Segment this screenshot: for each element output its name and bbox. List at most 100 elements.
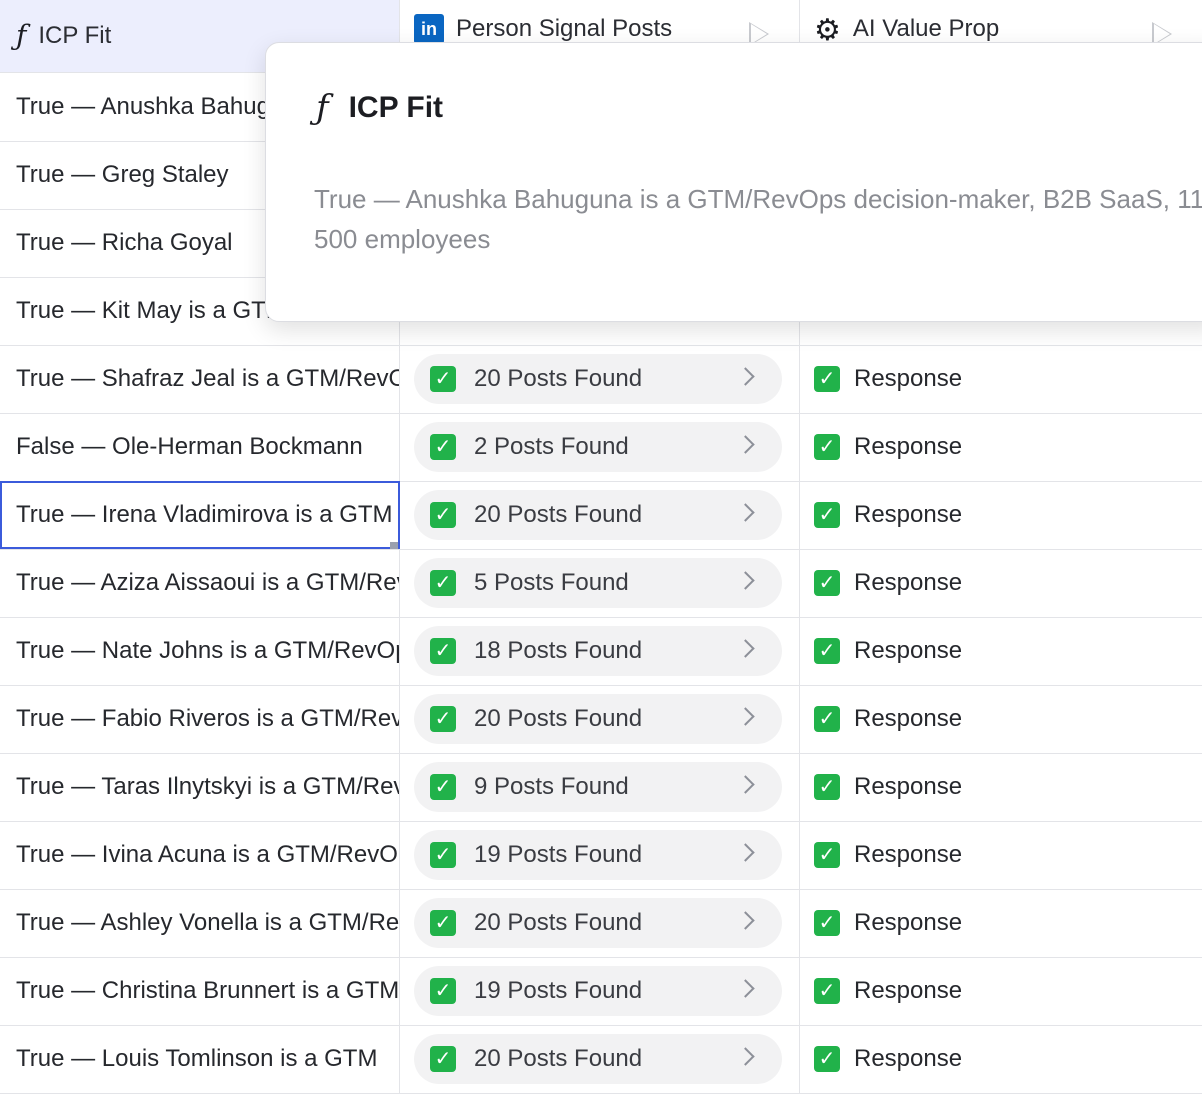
icp-fit-value: True — Christina Brunnert is a GTM: [16, 977, 400, 1004]
check-icon: ✓: [430, 910, 456, 936]
icp-fit-value: True — Taras Ilnytskyi is a GTM/RevOps: [16, 773, 399, 800]
icp-fit-cell[interactable]: True — Louis Tomlinson is a GTM: [0, 1025, 400, 1093]
check-icon: ✓: [430, 638, 456, 664]
check-icon: ✓: [430, 434, 456, 460]
icp-fit-cell[interactable]: True — Nate Johns is a GTM/RevOps: [0, 617, 400, 685]
icp-fit-cell[interactable]: True — Christina Brunnert is a GTM: [0, 957, 400, 1025]
fill-handle[interactable]: [390, 542, 398, 549]
popover-title: ICP Fit: [348, 91, 444, 124]
response-label: Response: [854, 637, 963, 664]
ai-value-prop-cell[interactable]: ✓ Response: [800, 1025, 1202, 1093]
posts-found-pill[interactable]: ✓ 5 Posts Found: [414, 558, 782, 608]
ai-value-prop-cell[interactable]: ✓ Response: [800, 549, 1202, 617]
chevron-right-icon[interactable]: [736, 775, 755, 794]
posts-found-pill[interactable]: ✓ 20 Posts Found: [414, 694, 782, 744]
column-header-label: Person Signal Posts: [456, 15, 673, 42]
table-row: True — Louis Tomlinson is a GTM ✓ 20 Posts…: [0, 1025, 1202, 1094]
table-row: True — Taras Ilnytskyi is a GTM/RevOps ✓ 9…: [0, 753, 1202, 822]
person-signal-posts-cell[interactable]: ✓ 19 Posts Found: [400, 957, 800, 1025]
icp-fit-value: True — Greg Staley: [16, 161, 229, 188]
icp-fit-cell[interactable]: True — Ashley Vonella is a GTM/RevOps: [0, 889, 400, 957]
ai-value-prop-cell[interactable]: ✓ Response: [800, 957, 1202, 1025]
check-icon: ✓: [814, 638, 840, 664]
table-row: False — Ole-Herman Bockmann ✓ 2 Posts Foun…: [0, 413, 1202, 482]
chevron-right-icon[interactable]: [736, 503, 755, 522]
ai-value-prop-cell[interactable]: ✓ Response: [800, 753, 1202, 821]
person-signal-posts-cell[interactable]: ✓ 20 Posts Found: [400, 481, 800, 549]
posts-found-pill[interactable]: ✓ 20 Posts Found: [414, 490, 782, 540]
check-icon: ✓: [430, 570, 456, 596]
posts-found-pill[interactable]: ✓ 20 Posts Found: [414, 1034, 782, 1084]
chevron-right-icon[interactable]: [736, 435, 755, 454]
person-signal-posts-cell[interactable]: ✓ 20 Posts Found: [400, 1025, 800, 1093]
posts-found-pill[interactable]: ✓ 9 Posts Found: [414, 762, 782, 812]
posts-found-pill[interactable]: ✓ 19 Posts Found: [414, 966, 782, 1016]
check-icon: ✓: [430, 774, 456, 800]
icp-fit-value: True — Kit May is a GTM: [16, 297, 286, 324]
chevron-right-icon[interactable]: [736, 843, 755, 862]
person-signal-posts-cell[interactable]: ✓ 19 Posts Found: [400, 821, 800, 889]
icp-fit-cell[interactable]: False — Ole-Herman Bockmann: [0, 413, 400, 481]
chevron-right-icon[interactable]: [736, 367, 755, 386]
function-icon: ƒ: [16, 19, 27, 52]
response-label: Response: [854, 433, 963, 460]
check-icon: ✓: [430, 366, 456, 392]
icp-fit-cell[interactable]: True — Taras Ilnytskyi is a GTM/RevOps: [0, 753, 400, 821]
icp-fit-value: True — Nate Johns is a GTM/RevOps: [16, 637, 400, 664]
posts-found-label: 5 Posts Found: [474, 569, 629, 596]
chevron-right-icon[interactable]: [736, 707, 755, 726]
person-signal-posts-cell[interactable]: ✓ 5 Posts Found: [400, 549, 800, 617]
icp-fit-value: True — Irena Vladimirova is a GTM: [16, 501, 393, 528]
response-label: Response: [854, 705, 963, 732]
chevron-right-icon[interactable]: [736, 911, 755, 930]
check-icon: ✓: [814, 1046, 840, 1072]
ai-value-prop-cell[interactable]: ✓ Response: [800, 685, 1202, 753]
icp-fit-value: True — Aziza Aissaoui is a GTM/RevOps: [16, 569, 399, 596]
person-signal-posts-cell[interactable]: ✓ 9 Posts Found: [400, 753, 800, 821]
check-icon: ✓: [814, 366, 840, 392]
icp-fit-cell[interactable]: True — Irena Vladimirova is a GTM: [0, 481, 400, 549]
check-icon: ✓: [430, 842, 456, 868]
icp-fit-cell[interactable]: True — Ivina Acuna is a GTM/RevOps: [0, 821, 400, 889]
ai-value-prop-cell[interactable]: ✓ Response: [800, 413, 1202, 481]
check-icon: ✓: [814, 706, 840, 732]
posts-found-pill[interactable]: ✓ 2 Posts Found: [414, 422, 782, 472]
response-label: Response: [854, 909, 963, 936]
person-signal-posts-cell[interactable]: ✓ 20 Posts Found: [400, 889, 800, 957]
chevron-right-icon[interactable]: [736, 571, 755, 590]
check-icon: ✓: [430, 706, 456, 732]
person-signal-posts-cell[interactable]: ✓ 2 Posts Found: [400, 413, 800, 481]
check-icon: ✓: [814, 842, 840, 868]
linkedin-icon: in: [414, 14, 444, 44]
posts-found-pill[interactable]: ✓ 18 Posts Found: [414, 626, 782, 676]
posts-found-label: 20 Posts Found: [474, 365, 643, 392]
icp-fit-cell[interactable]: True — Aziza Aissaoui is a GTM/RevOps: [0, 549, 400, 617]
ai-value-prop-cell[interactable]: ✓ Response: [800, 481, 1202, 549]
table-row: True — Fabio Riveros is a GTM/RevOps ✓ 20 …: [0, 685, 1202, 754]
person-signal-posts-cell[interactable]: ✓ 20 Posts Found: [400, 345, 800, 413]
posts-found-pill[interactable]: ✓ 20 Posts Found: [414, 354, 782, 404]
icp-fit-cell[interactable]: True — Shafraz Jeal is a GTM/RevOps: [0, 345, 400, 413]
check-icon: ✓: [814, 570, 840, 596]
icp-fit-cell[interactable]: True — Fabio Riveros is a GTM/RevOps: [0, 685, 400, 753]
icp-fit-value: True — Louis Tomlinson is a GTM: [16, 1045, 378, 1072]
response-label: Response: [854, 365, 963, 392]
ai-value-prop-cell[interactable]: ✓ Response: [800, 617, 1202, 685]
table-row: True — Aziza Aissaoui is a GTM/RevOps ✓ 5 …: [0, 549, 1202, 618]
check-icon: ✓: [814, 502, 840, 528]
posts-found-label: 18 Posts Found: [474, 637, 643, 664]
icp-fit-value: False — Ole-Herman Bockmann: [16, 433, 363, 460]
chevron-right-icon[interactable]: [736, 1047, 755, 1066]
posts-found-pill[interactable]: ✓ 19 Posts Found: [414, 830, 782, 880]
posts-found-pill[interactable]: ✓ 20 Posts Found: [414, 898, 782, 948]
person-signal-posts-cell[interactable]: ✓ 18 Posts Found: [400, 617, 800, 685]
check-icon: ✓: [814, 910, 840, 936]
ai-value-prop-cell[interactable]: ✓ Response: [800, 345, 1202, 413]
person-signal-posts-cell[interactable]: ✓ 20 Posts Found: [400, 685, 800, 753]
chevron-right-icon[interactable]: [736, 979, 755, 998]
check-icon: ✓: [430, 1046, 456, 1072]
ai-value-prop-cell[interactable]: ✓ Response: [800, 889, 1202, 957]
ai-value-prop-cell[interactable]: ✓ Response: [800, 821, 1202, 889]
column-header-label: AI Value Prop: [852, 15, 1000, 42]
chevron-right-icon[interactable]: [736, 639, 755, 658]
